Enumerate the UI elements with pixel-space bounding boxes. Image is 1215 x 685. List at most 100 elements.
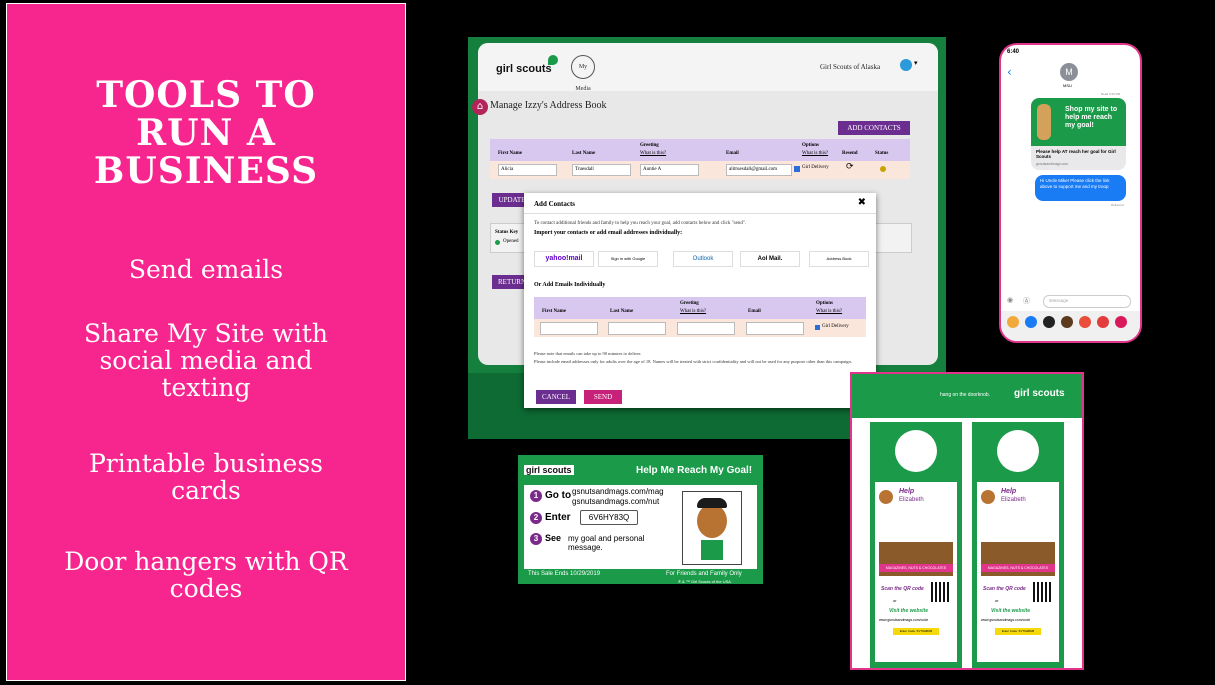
age-note: Please include email addresses only for … — [534, 359, 852, 364]
item-send-emails: Send emails — [128, 255, 284, 284]
new-options-help[interactable]: What is this? — [816, 309, 842, 314]
search-icon[interactable] — [1097, 316, 1109, 328]
opened-label: Opened — [503, 239, 519, 244]
greeting-help-link[interactable]: What is this? — [640, 151, 666, 156]
item-business-cards: Printable business cards — [7, 450, 405, 504]
imessage-input[interactable]: iMessage — [1043, 295, 1131, 308]
yahoo-mail-button[interactable]: yahoo!mail — [534, 251, 594, 267]
hanger-help: Help — [899, 488, 915, 495]
import-heading: Import your contacts or add email addres… — [534, 230, 683, 236]
table-row: Alicia Truesdall Auntie A alitruesdall@g… — [490, 161, 910, 179]
hanger-name: Elizabeth — [1001, 497, 1026, 503]
modal-intro: To contact additional friends and family… — [534, 221, 747, 226]
back-chevron-icon[interactable]: ‹ — [1007, 65, 1012, 79]
appstore-icon[interactable]: Ⓐ — [1023, 296, 1030, 306]
hanger-visit: Visit the website — [991, 608, 1030, 614]
new-contact-row: Girl Delivery — [534, 319, 866, 337]
shared-card-text: Shop my site to help me reach my goal! — [1065, 106, 1118, 129]
hanger-visit: Visit the website — [889, 608, 928, 614]
camera-icon[interactable]: ◉ — [1007, 296, 1013, 304]
link-title: Please help AT reach her goal for Girl S… — [1036, 149, 1116, 159]
google-label: Sign in with Google — [610, 256, 646, 261]
card-copyright: ® & ™ Girl Scouts of the USA — [678, 579, 731, 584]
new-girl-delivery-checkbox[interactable] — [815, 325, 820, 330]
yahoo-label: yahoo!mail — [545, 255, 583, 262]
item-share-site-text: Share My Site with social media and text… — [84, 319, 328, 402]
hanger-product-banner: MAGAZINES, NUTS & CHOCOLATES — [879, 564, 953, 572]
avatar-shirt — [701, 540, 723, 560]
new-first-name-input[interactable] — [540, 322, 598, 335]
greeting-field[interactable]: Auntie A — [640, 164, 699, 176]
new-greeting-help[interactable]: What is this? — [680, 309, 706, 314]
aol-mail-button[interactable]: Aol Mail. — [740, 251, 800, 267]
step1-url-mag: gsnutsandmags.com/mag — [572, 487, 664, 496]
photos-icon[interactable] — [1007, 316, 1019, 328]
step3-label: See — [545, 533, 562, 543]
hanger-help: Help — [1001, 488, 1017, 495]
add-contacts-button[interactable]: ADD CONTACTS — [838, 121, 910, 135]
google-sign-in-button[interactable]: Sign in with Google — [598, 251, 658, 267]
first-name-field[interactable]: Alicia — [498, 164, 557, 176]
shared-card[interactable]: Shop my site to help me reach my goal! — [1031, 98, 1126, 146]
sale-ends: This Sale Ends 10/29/2019 — [528, 571, 601, 577]
phone-screenshot: 6:40 ‹ M MSU Read 3:20 PM Shop my site t… — [999, 43, 1142, 343]
hanger-avatar — [981, 490, 995, 504]
trefoil-icon — [548, 55, 558, 65]
contact-avatar[interactable]: M — [1060, 63, 1078, 81]
address-book-button[interactable]: Address Book — [809, 251, 869, 267]
step1-label: Go to — [545, 490, 572, 501]
avatar-image — [682, 491, 742, 565]
last-name-field[interactable]: Truesdall — [572, 164, 631, 176]
business-card: girl scouts Help Me Reach My Goal! 1 Go … — [518, 455, 763, 584]
col-status: Status — [875, 151, 889, 156]
new-greeting-input[interactable] — [677, 322, 735, 335]
avatar-hair — [697, 498, 727, 508]
email-field[interactable]: alitruesdall@gmail.com — [726, 164, 792, 176]
heart-icon[interactable] — [1115, 316, 1127, 328]
qr-code-icon — [1033, 582, 1053, 602]
new-col-last: Last Name — [610, 309, 634, 314]
slide-title-line: TOOLS TO — [96, 74, 316, 116]
outlook-label: Outlook — [692, 256, 714, 262]
new-last-name-input[interactable] — [608, 322, 666, 335]
item-business-cards-text: Printable business cards — [88, 449, 324, 505]
hanger-code: Enter Code: 6VT9HBUB — [893, 628, 939, 635]
applepay-icon[interactable] — [1043, 316, 1055, 328]
girl-delivery-checkbox[interactable] — [794, 166, 800, 172]
close-icon[interactable]: ✖ — [858, 197, 866, 208]
message-bubble: Hi Uncle Mike! Please click the link abo… — [1035, 175, 1126, 201]
status-dot — [880, 166, 886, 172]
outlook-button[interactable]: Outlook — [673, 251, 733, 267]
col-email: Email — [726, 151, 739, 156]
resend-icon[interactable]: ⟳ — [846, 162, 854, 172]
card-body: 1 Go to gsnutsandmags.com/mag gsnutsandm… — [524, 485, 757, 569]
message-text: Hi Uncle Mike! Please click the link abo… — [1040, 178, 1110, 189]
step1-number: 1 — [530, 490, 542, 502]
step3-number: 3 — [530, 533, 542, 545]
send-button[interactable]: SEND — [584, 390, 622, 404]
slide-title: TOOLS TO RUN A BUSINESS — [7, 76, 405, 190]
link-preview[interactable]: Please help AT reach her goal for Girl S… — [1031, 146, 1126, 170]
home-icon[interactable]: ⌂ — [472, 99, 488, 115]
opened-dot — [495, 240, 500, 245]
avatar-face — [697, 504, 727, 538]
options-help-link[interactable]: What is this? — [802, 151, 828, 156]
sticker-icon[interactable] — [1079, 316, 1091, 328]
page-title: Manage Izzy's Address Book — [490, 100, 607, 111]
avatar[interactable] — [900, 59, 912, 71]
qr-code-icon — [931, 582, 951, 602]
new-contact-header: First Name Last Name Greeting What is th… — [534, 297, 866, 319]
step1-url-nut: gsnutsandmags.com/nut — [572, 497, 660, 506]
chevron-down-icon[interactable]: ▾ — [914, 59, 918, 67]
memoji-icon[interactable] — [1061, 316, 1073, 328]
col-resend: Resend — [842, 151, 858, 156]
or-heading: Or Add Emails Individually — [534, 282, 606, 288]
appstore-tray-icon[interactable] — [1025, 316, 1037, 328]
aol-label: Aol Mail. — [757, 256, 783, 262]
status-time: 6:40 — [1007, 49, 1020, 55]
read-timestamp: Read 3:20 PM — [1101, 92, 1121, 96]
new-email-input[interactable] — [746, 322, 804, 335]
step2-label: Enter — [545, 512, 571, 523]
cancel-button[interactable]: CANCEL — [536, 390, 576, 404]
app-topbar: girl scouts My Media Girl Scouts of Alas… — [478, 43, 938, 92]
